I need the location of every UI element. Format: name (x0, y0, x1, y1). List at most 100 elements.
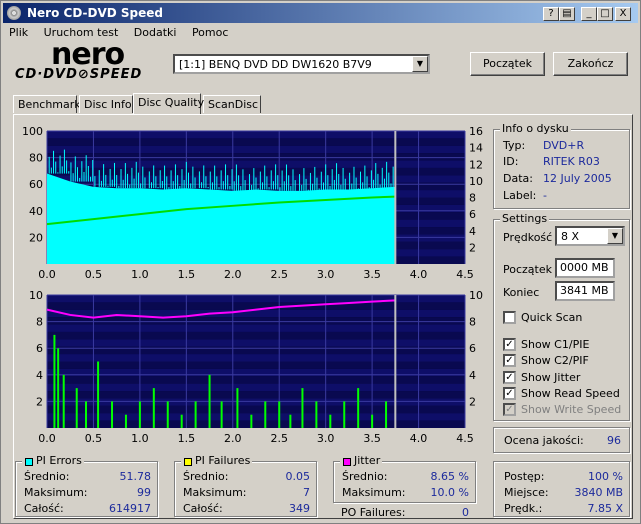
pi-errors-x-tick-label: 1.0 (131, 268, 149, 281)
pi-failures-x-tick-label: 4.5 (456, 432, 474, 445)
pi-failures-plot-stripe (47, 383, 465, 392)
pi-errors-chart: 0.0 0.5 1.0 1.5 2.0 2.5 3.0 3.5 4.0 4.5 100 80 60 40 2… (22, 125, 483, 281)
help-button[interactable]: ? (543, 7, 559, 21)
show-write-speed-checkbox: ✓ (503, 403, 516, 416)
speed-readout-value: 7.85 X (587, 502, 623, 515)
pi-errors-y-right-tick-label: 2 (469, 241, 476, 254)
position-value: 3840 MB (574, 486, 623, 499)
minimize-button[interactable]: _ (581, 7, 597, 21)
show-write-speed-label: Show Write Speed (521, 403, 622, 416)
pi-failures-plot-stripe (47, 391, 465, 399)
end-field-value: 3841 MB (560, 284, 609, 297)
tab-disc-info[interactable]: Disc Info (79, 95, 133, 113)
position-label: Miejsce: (504, 486, 549, 499)
speed-readout-label: Prędk.: (504, 502, 543, 515)
pi-failures-x-tick-label: 2.5 (270, 432, 288, 445)
settings-group: Settings Prędkość 8 X ▼ Początek 0000 MB… (493, 212, 630, 421)
end-button-label: Zakończ (567, 57, 614, 70)
pi-failures-max-value: 7 (303, 486, 310, 499)
tab-scandisc[interactable]: ScanDisc (203, 95, 261, 113)
show-jitter-checkbox[interactable]: ✓ (503, 371, 516, 384)
disc-info-title: Info o dysku (500, 122, 571, 135)
tab-benchmark-label: Benchmark (18, 98, 81, 111)
minimize-label: _ (586, 8, 592, 19)
menu-dodatki[interactable]: Dodatki (128, 24, 183, 41)
pi-errors-y-right-tick-label: 8 (469, 192, 476, 205)
pi-errors-x-tick-label: 1.5 (178, 268, 196, 281)
chevron-down-icon[interactable]: ▼ (412, 56, 428, 72)
menu-pomoc[interactable]: Pomoc (186, 24, 234, 41)
pi-errors-x-tick-label: 4.0 (410, 268, 428, 281)
show-read-speed-label: Show Read Speed (521, 387, 620, 400)
start-button-label: Początek (483, 57, 532, 70)
po-failures-value: 0 (462, 506, 469, 519)
drive-select[interactable]: [1:1] BENQ DVD DD DW1620 B7V9 ▼ (173, 54, 430, 74)
pi-failures-x-tick-label: 1.0 (131, 432, 149, 445)
pi-failures-swatch (184, 458, 192, 466)
disc-id-value: RITEK R03 (543, 155, 600, 168)
pi-failures-plot-stripe (47, 361, 465, 369)
show-c1-pie-checkbox[interactable]: ✓ (503, 338, 516, 351)
pi-errors-max-label: Maksimum: (24, 486, 88, 499)
chevron-down-icon[interactable]: ▼ (607, 228, 623, 244)
show-c2-pif-checkbox[interactable]: ✓ (503, 354, 516, 367)
jitter-swatch (343, 458, 351, 466)
disc-label-label: Label: (503, 189, 537, 202)
disc-info-group: Info o dysku Typ: DVD+R ID: RITEK R03 Da… (493, 122, 630, 209)
tab-benchmark[interactable]: Benchmark (13, 95, 81, 113)
app-window: Nero CD-DVD Speed ? ▤ _ □ X Plik Uruchom… (0, 0, 641, 524)
window-title: Nero CD-DVD Speed (27, 6, 163, 20)
jitter-group: Jitter Średnio: 8.65 % Maksimum: 10.0 % (333, 454, 476, 503)
progress-label: Postęp: (504, 470, 545, 483)
quick-scan-label: Quick Scan (521, 311, 583, 324)
title-bar[interactable]: Nero CD-DVD Speed ? ▤ _ □ X (3, 3, 638, 23)
pi-failures-group: PI Failures Średnio: 0.05 Maksimum: 7 Ca… (174, 454, 317, 517)
show-c2-pif-label: Show C2/PIF (521, 354, 589, 367)
progress-value: 100 % (588, 470, 623, 483)
pi-errors-x-tick-label: 0.0 (38, 268, 56, 281)
app-disc-icon (7, 6, 21, 20)
nero-logo: nero CD·DVD⊘SPEED (13, 37, 163, 85)
quality-score-label: Ocena jakości: (504, 434, 584, 447)
pi-errors-x-tick-label: 2.0 (224, 268, 242, 281)
maximize-button[interactable]: □ (597, 7, 613, 21)
end-button[interactable]: Zakończ (553, 52, 628, 76)
pi-failures-y-left-tick-label: 10 (29, 289, 43, 302)
pi-errors-group: PI Errors Średnio: 51.78 Maksimum: 99 Ca… (15, 454, 158, 517)
pi-failures-y-right-tick-label: 4 (469, 369, 476, 382)
start-field-value: 0000 MB (560, 261, 609, 274)
close-button[interactable]: X (615, 7, 631, 21)
quick-scan-checkbox[interactable] (503, 311, 516, 324)
start-field[interactable]: 0000 MB (555, 258, 615, 278)
about-button[interactable]: ▤ (559, 7, 575, 21)
pi-failures-total-value: 349 (289, 502, 310, 515)
drive-select-value: [1:1] BENQ DVD DD DW1620 B7V9 (179, 58, 372, 71)
quality-score-group: Ocena jakości: 96 (493, 427, 630, 453)
tab-disc-quality[interactable]: Disc Quality (133, 93, 204, 114)
pi-errors-avg-label: Średnio: (24, 470, 70, 483)
help-label: ? (548, 8, 554, 19)
pi-failures-plot-stripe (47, 339, 465, 347)
speed-label: Prędkość (503, 231, 553, 244)
pi-failures-x-tick-label: 2.0 (224, 432, 242, 445)
pi-failures-y-right-tick-label: 10 (469, 289, 483, 302)
pi-errors-avg-value: 51.78 (119, 470, 152, 483)
quality-score-value: 96 (607, 434, 621, 447)
speed-select[interactable]: 8 X ▼ (555, 226, 625, 246)
jitter-max-label: Maksimum: (342, 486, 406, 499)
pi-failures-plot-stripe (47, 420, 465, 428)
menu-plik[interactable]: Plik (3, 24, 34, 41)
show-c1-pie-label: Show C1/PIE (521, 338, 590, 351)
po-failures-label: PO Failures: (341, 506, 406, 519)
show-read-speed-checkbox[interactable]: ✓ (503, 387, 516, 400)
pi-errors-plot-stripe (47, 160, 465, 168)
end-field[interactable]: 3841 MB (555, 281, 615, 301)
pi-failures-y-left-tick-label: 8 (36, 316, 43, 329)
pi-errors-plot-stripe (47, 131, 465, 139)
pi-errors-total-label: Całość: (24, 502, 64, 515)
pi-failures-y-right-tick-label: 2 (469, 395, 476, 408)
logo-product: CD·DVD⊘SPEED (15, 67, 143, 82)
start-button[interactable]: Początek (470, 52, 545, 76)
jitter-max-value: 10.0 % (430, 486, 469, 499)
pi-failures-plot-stripe (47, 295, 465, 303)
